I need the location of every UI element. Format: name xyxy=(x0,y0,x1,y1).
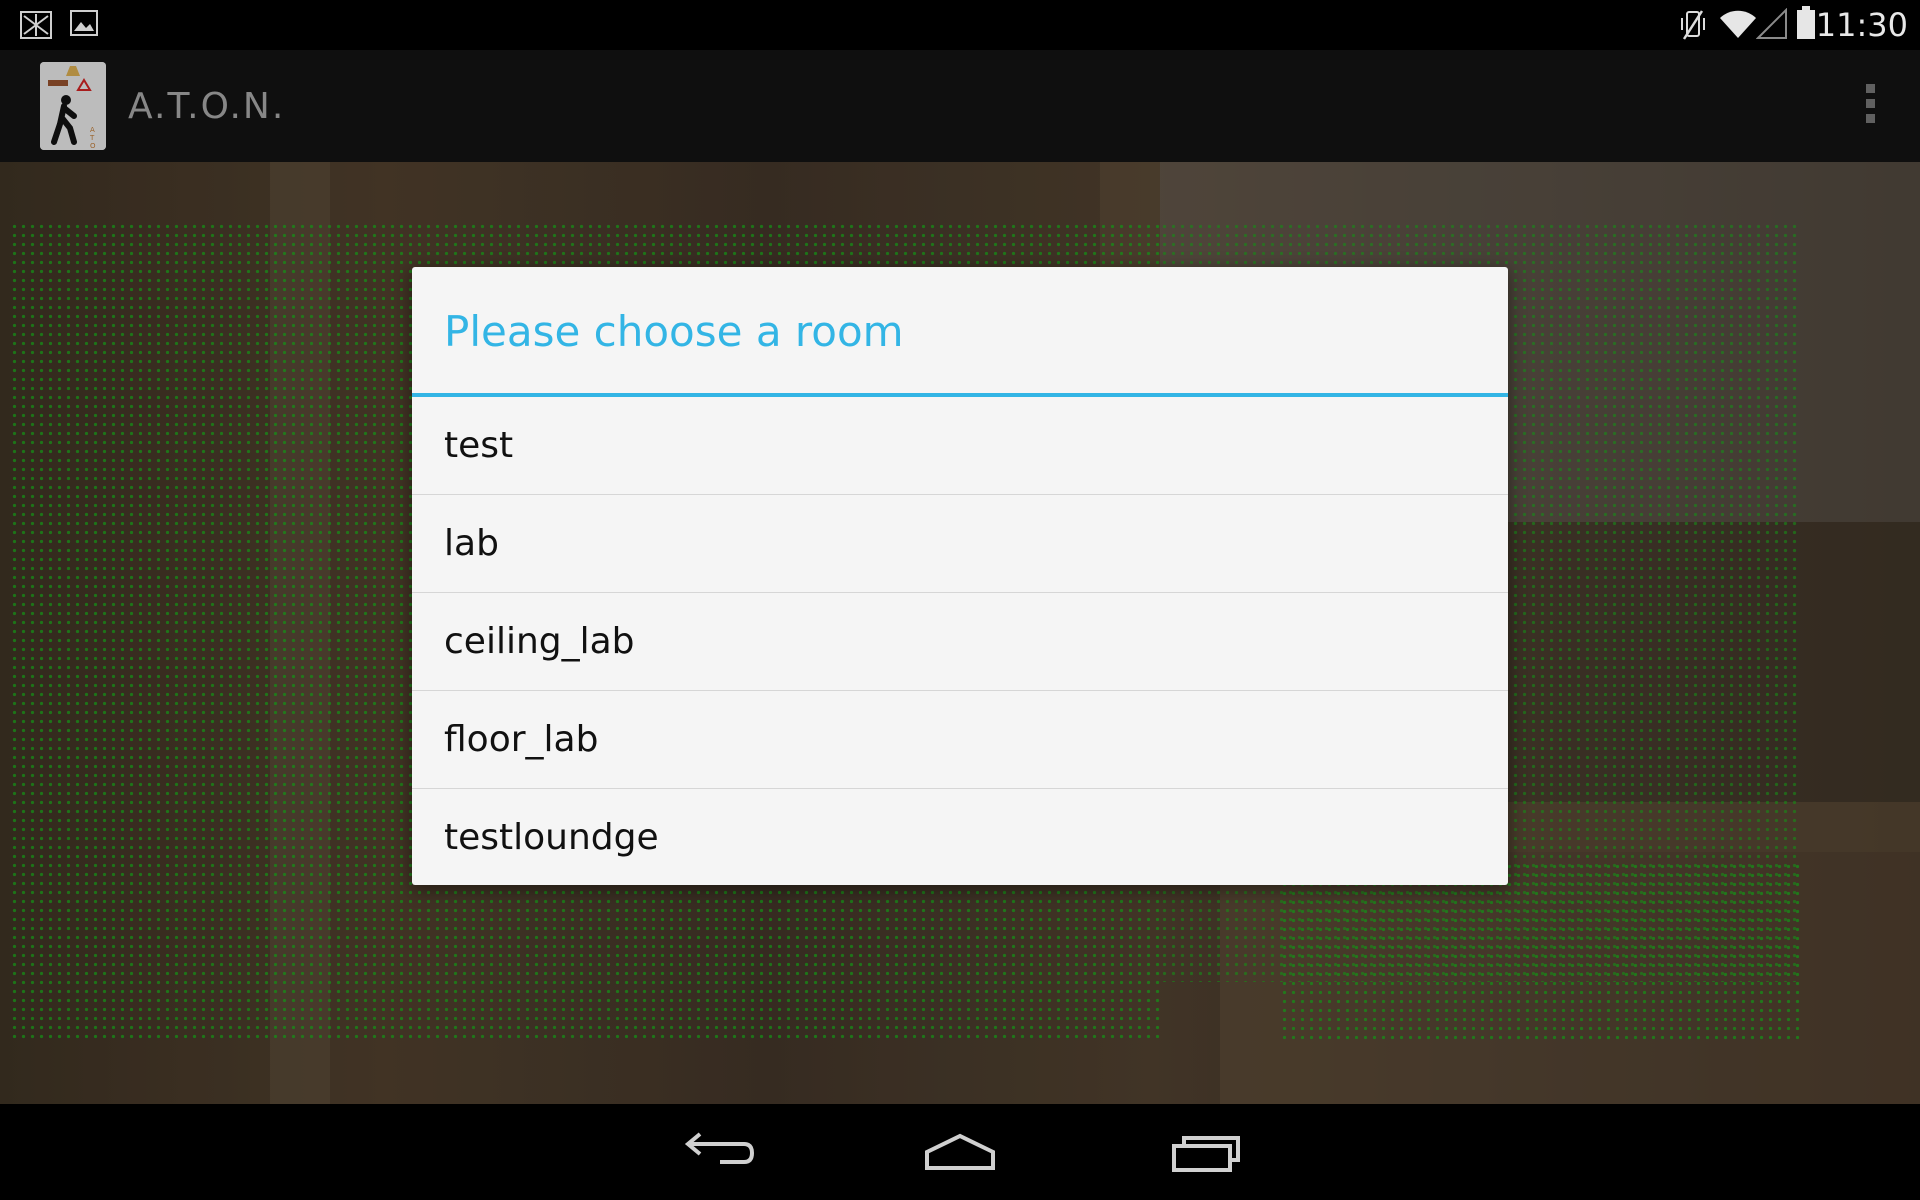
wifi-icon xyxy=(1718,8,1758,44)
home-icon[interactable] xyxy=(915,1122,1005,1182)
signal-icon xyxy=(1755,7,1788,44)
back-icon[interactable] xyxy=(670,1122,760,1182)
status-clock: 11:30 xyxy=(1815,6,1908,44)
vibrate-off-icon xyxy=(1678,8,1708,46)
recent-apps-icon[interactable] xyxy=(1160,1122,1250,1182)
room-item-lab[interactable]: lab xyxy=(412,494,1508,592)
notification-app-icon xyxy=(20,10,52,44)
room-item-floor-lab[interactable]: floor_lab xyxy=(412,690,1508,788)
navigation-bar xyxy=(0,1104,1920,1200)
room-chooser-dialog: Please choose a room test lab ceiling_la… xyxy=(412,267,1508,885)
room-list: test lab ceiling_lab floor_lab testlound… xyxy=(412,397,1508,886)
dialog-title: Please choose a room xyxy=(412,267,1508,397)
battery-icon xyxy=(1796,6,1816,44)
status-bar: 11:30 xyxy=(0,0,1920,50)
image-icon xyxy=(70,10,98,40)
room-item-ceiling-lab[interactable]: ceiling_lab xyxy=(412,592,1508,690)
room-item-testloundge[interactable]: testloundge xyxy=(412,788,1508,886)
room-item-test[interactable]: test xyxy=(412,397,1508,494)
